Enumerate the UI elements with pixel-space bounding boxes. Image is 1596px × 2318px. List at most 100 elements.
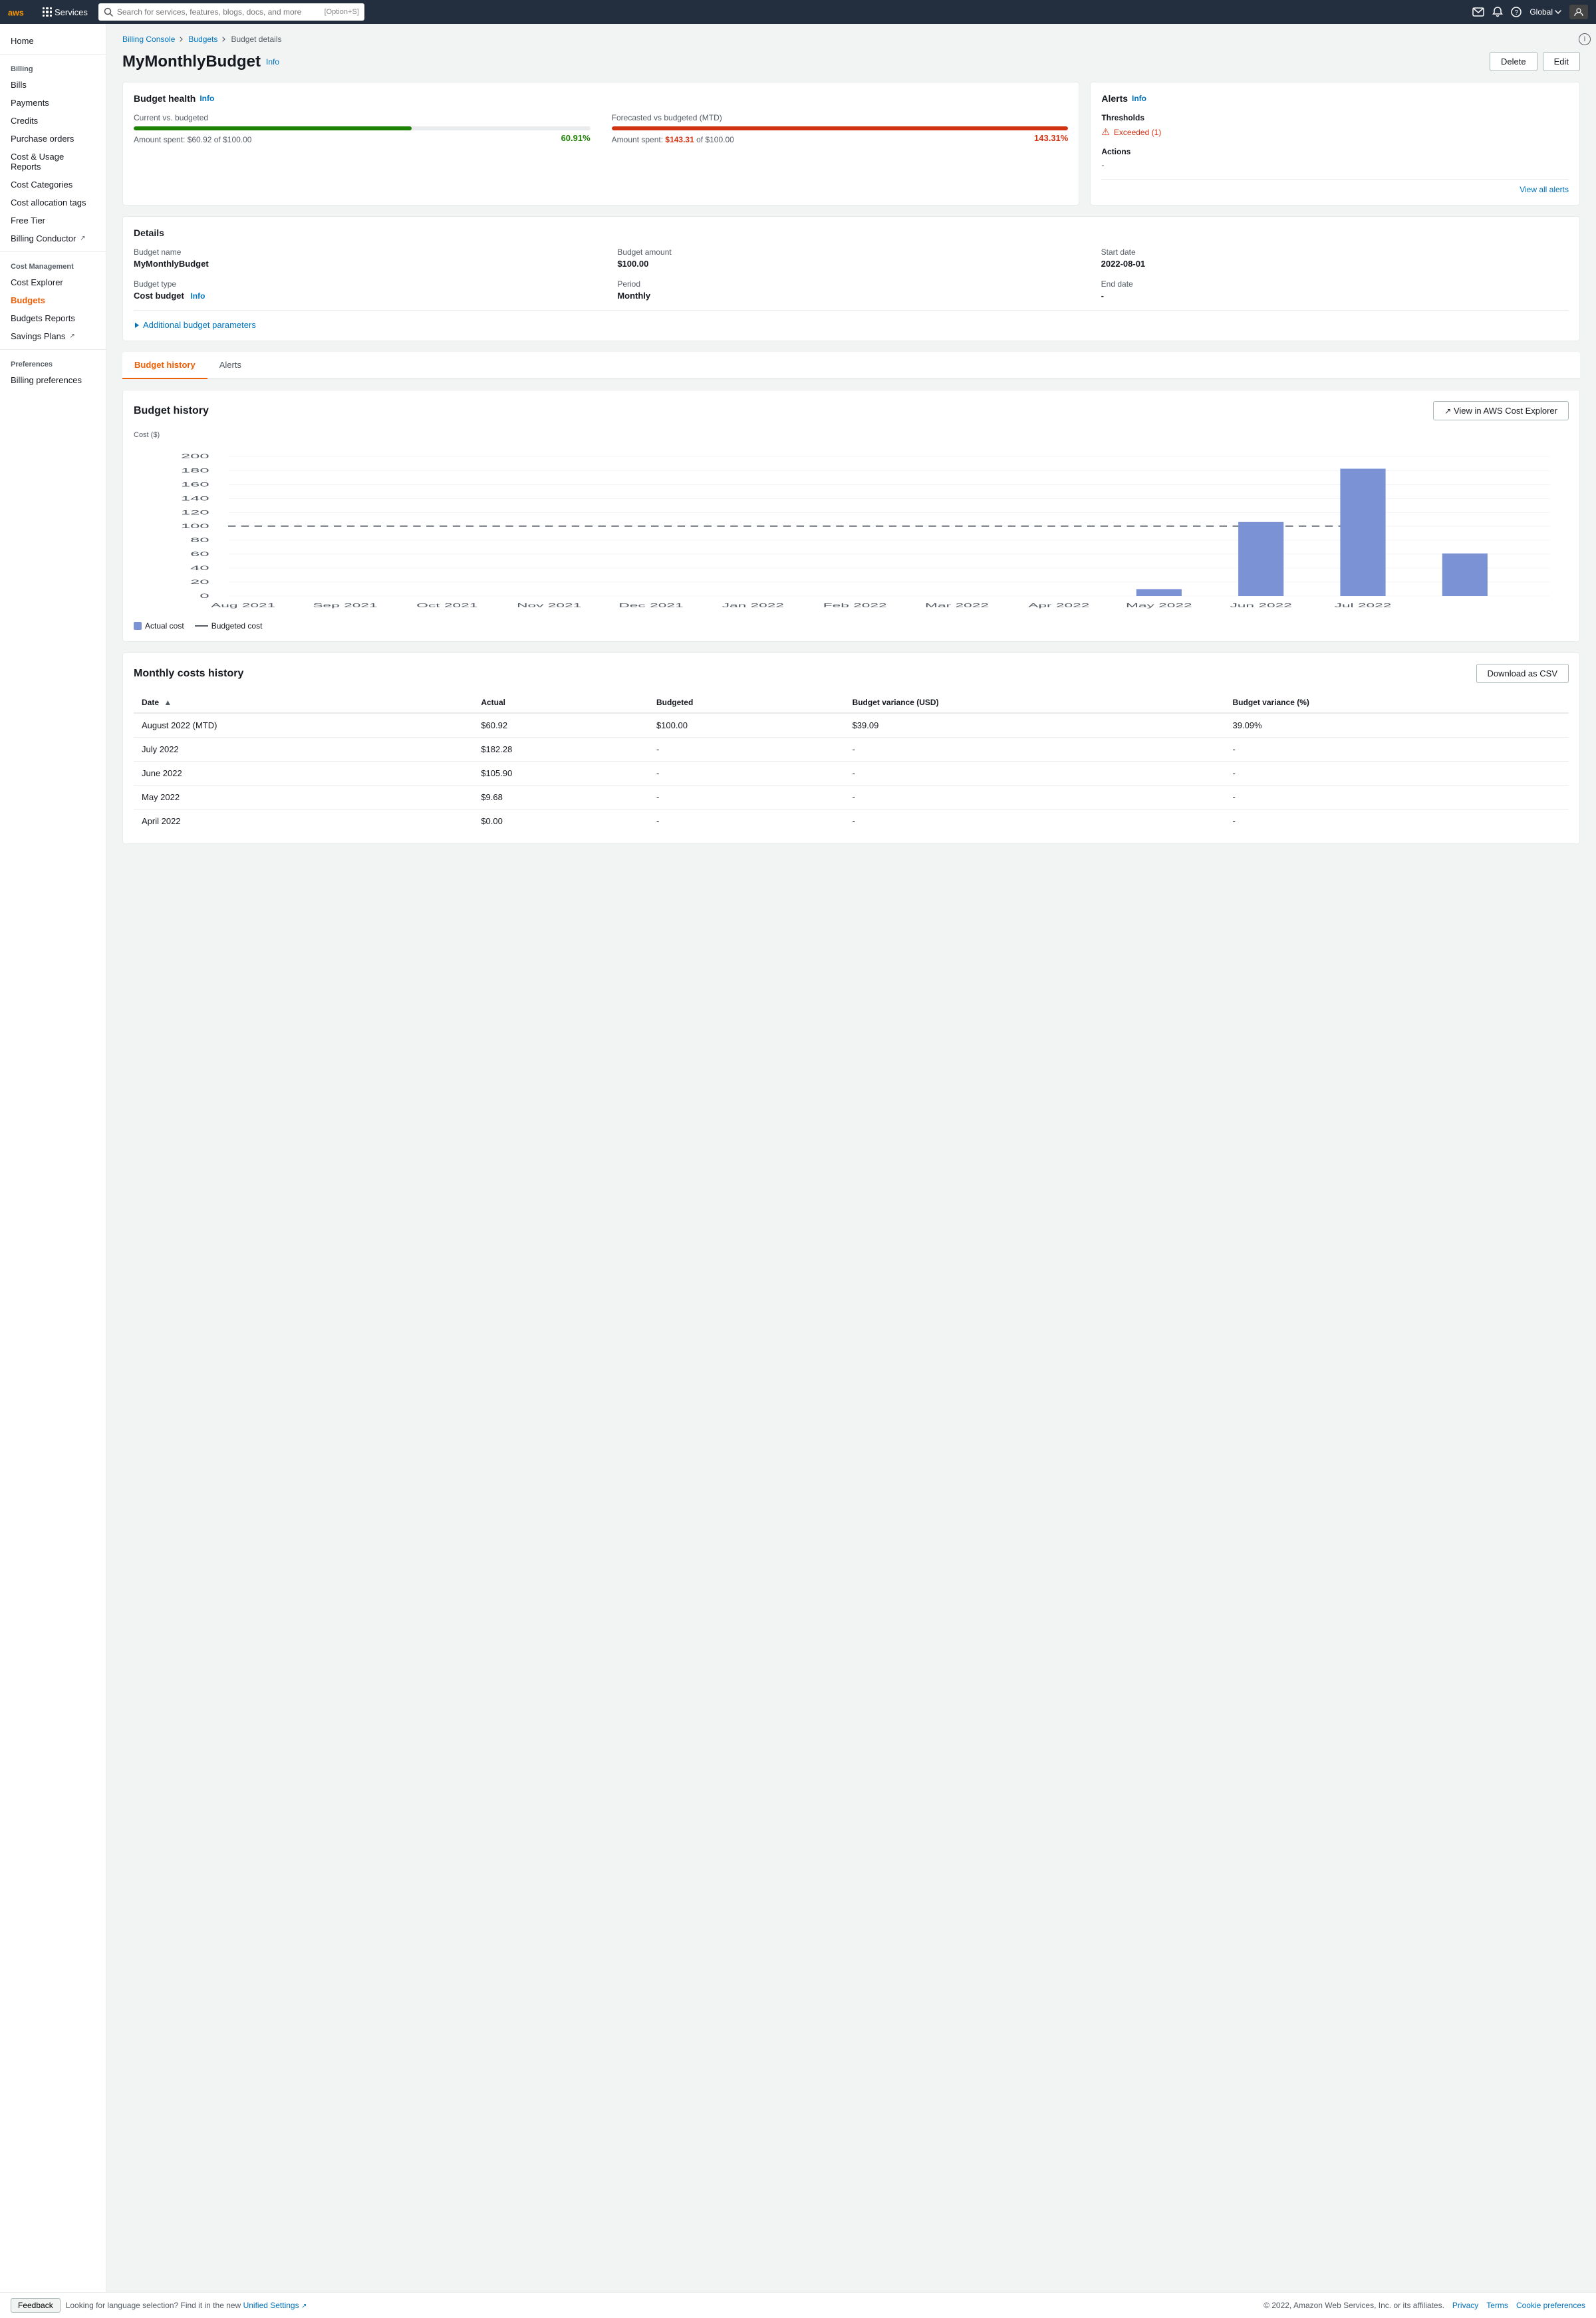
sidebar-item-cost-allocation-tags[interactable]: Cost allocation tags — [0, 194, 106, 212]
sidebar-item-purchase-orders[interactable]: Purchase orders — [0, 130, 106, 148]
unified-settings-external-icon: ↗ — [301, 2303, 307, 2310]
sidebar-item-free-tier[interactable]: Free Tier — [0, 212, 106, 229]
terms-link[interactable]: Terms — [1486, 2301, 1508, 2310]
delete-button[interactable]: Delete — [1490, 52, 1537, 71]
sidebar-item-bills[interactable]: Bills — [0, 76, 106, 94]
bell-icon[interactable] — [1492, 7, 1503, 17]
additional-params[interactable]: Additional budget parameters — [134, 310, 1569, 330]
row3-variance-pct: - — [1225, 786, 1569, 809]
table-row: April 2022 $0.00 - - - — [134, 809, 1569, 833]
legend-budgeted: Budgeted cost — [195, 621, 263, 631]
sidebar-item-payments[interactable]: Payments — [0, 94, 106, 112]
details-card: Details Budget name MyMonthlyBudget Budg… — [122, 216, 1580, 341]
sidebar-item-savings-plans[interactable]: Savings Plans ↗ — [0, 327, 106, 345]
row0-budgeted: $100.00 — [648, 713, 845, 738]
current-pct: 60.91% — [561, 133, 591, 143]
edit-button[interactable]: Edit — [1543, 52, 1580, 71]
budget-health-label: Budget health — [134, 93, 196, 104]
legend-actual-label: Actual cost — [145, 621, 184, 631]
billing-section-label: Billing — [0, 59, 106, 76]
svg-text:May 2022: May 2022 — [1126, 603, 1192, 609]
table-row: July 2022 $182.28 - - - — [134, 738, 1569, 762]
breadcrumb-chevron-2 — [221, 37, 227, 42]
breadcrumb-current: Budget details — [231, 35, 281, 44]
footer-right: © 2022, Amazon Web Services, Inc. or its… — [1264, 2301, 1585, 2310]
sidebar-item-credits[interactable]: Credits — [0, 112, 106, 130]
row3-actual: $9.68 — [473, 786, 648, 809]
alert-exceeded: ⚠ Exceeded (1) — [1101, 126, 1569, 138]
actions-value: - — [1101, 160, 1569, 170]
breadcrumb-budgets[interactable]: Budgets — [188, 35, 217, 44]
savings-plans-external-icon: ↗ — [69, 333, 74, 340]
page-info-link[interactable]: Info — [266, 57, 279, 67]
sidebar-item-billing-preferences[interactable]: Billing preferences — [0, 371, 106, 389]
page-info-icon[interactable]: i — [1579, 33, 1591, 45]
row0-actual: $60.92 — [473, 713, 648, 738]
purchase-orders-label: Purchase orders — [11, 134, 74, 144]
alerts-info[interactable]: Info — [1132, 94, 1146, 103]
feedback-button[interactable]: Feedback — [11, 2298, 61, 2313]
sidebar-item-cost-categories[interactable]: Cost Categories — [0, 176, 106, 194]
view-explorer-label: View in AWS Cost Explorer — [1454, 406, 1557, 416]
svg-text:Jan 2022: Jan 2022 — [722, 603, 784, 609]
actions-label: Actions — [1101, 147, 1569, 156]
budget-type-value: Cost budget Info — [134, 291, 601, 301]
email-icon[interactable] — [1472, 7, 1484, 17]
svg-text:Aug 2021: Aug 2021 — [211, 603, 275, 609]
aws-logo[interactable]: aws — [8, 5, 32, 19]
row4-date: April 2022 — [134, 809, 473, 833]
svg-text:Mar 2022: Mar 2022 — [925, 603, 989, 609]
view-all-alerts-link[interactable]: View all alerts — [1101, 179, 1569, 194]
budget-health-info[interactable]: Info — [200, 94, 214, 103]
table-header: Monthly costs history Download as CSV — [134, 664, 1569, 683]
sidebar-item-cost-explorer[interactable]: Cost Explorer — [0, 273, 106, 291]
cost-y-label: Cost ($) — [134, 431, 1569, 439]
triangle-right-icon — [134, 322, 140, 329]
row1-budgeted: - — [648, 738, 845, 762]
row1-variance-pct: - — [1225, 738, 1569, 762]
help-icon[interactable]: ? — [1511, 7, 1522, 17]
row3-budgeted: - — [648, 786, 845, 809]
alerts-card-title: Alerts Info — [1101, 93, 1569, 104]
search-bar[interactable]: [Option+S] — [98, 3, 364, 21]
sidebar-item-cost-usage[interactable]: Cost & Usage Reports — [0, 148, 106, 176]
breadcrumb-billing-console[interactable]: Billing Console — [122, 35, 175, 44]
download-csv-button[interactable]: Download as CSV — [1476, 664, 1569, 683]
svg-text:20: 20 — [190, 579, 209, 585]
tab-budget-history[interactable]: Budget history — [122, 352, 207, 379]
bar-may-2022 — [1136, 589, 1182, 596]
account-button[interactable] — [1569, 5, 1588, 19]
exceeded-link[interactable]: Exceeded (1) — [1114, 128, 1161, 137]
chevron-down-icon — [1555, 10, 1561, 14]
tab-alerts[interactable]: Alerts — [207, 352, 253, 379]
row1-variance-usd: - — [845, 738, 1225, 762]
cookie-prefs-link[interactable]: Cookie preferences — [1516, 2301, 1585, 2310]
sidebar-item-billing-conductor[interactable]: Billing Conductor ↗ — [0, 229, 106, 247]
global-button[interactable]: Global — [1530, 7, 1561, 17]
sidebar-item-home[interactable]: Home — [0, 32, 106, 50]
sidebar-item-budgets[interactable]: Budgets — [0, 291, 106, 309]
chart-area: Cost ($) 200 180 160 140 — [134, 431, 1569, 631]
bills-label: Bills — [11, 80, 27, 90]
unified-settings-link[interactable]: Unified Settings ↗ — [243, 2301, 307, 2310]
chart-container: 200 180 160 140 120 100 80 — [134, 443, 1569, 616]
view-explorer-button[interactable]: ↗ View in AWS Cost Explorer — [1433, 401, 1569, 420]
search-input[interactable] — [117, 7, 321, 17]
sort-icon-date[interactable]: ▲ — [164, 698, 172, 707]
row0-variance-usd: $39.09 — [845, 713, 1225, 738]
row2-variance-usd: - — [845, 762, 1225, 786]
svg-text:Dec 2021: Dec 2021 — [618, 603, 683, 609]
sidebar-item-budgets-reports[interactable]: Budgets Reports — [0, 309, 106, 327]
services-button[interactable]: Services — [37, 5, 93, 20]
svg-text:aws: aws — [8, 8, 24, 17]
budget-amount-value: $100.00 — [617, 259, 1085, 269]
billing-conductor-label: Billing Conductor — [11, 233, 76, 243]
privacy-link[interactable]: Privacy — [1452, 2301, 1478, 2310]
forecasted-metric: Forecasted vs budgeted (MTD) Amount spen… — [612, 113, 1069, 146]
page-header: MyMonthlyBudget Info Delete Edit — [122, 52, 1580, 71]
budget-type-info[interactable]: Info — [190, 291, 205, 301]
svg-text:Oct 2021: Oct 2021 — [416, 603, 477, 609]
row2-variance-pct: - — [1225, 762, 1569, 786]
sidebar-divider-1 — [0, 54, 106, 55]
search-shortcut: [Option+S] — [325, 8, 359, 16]
